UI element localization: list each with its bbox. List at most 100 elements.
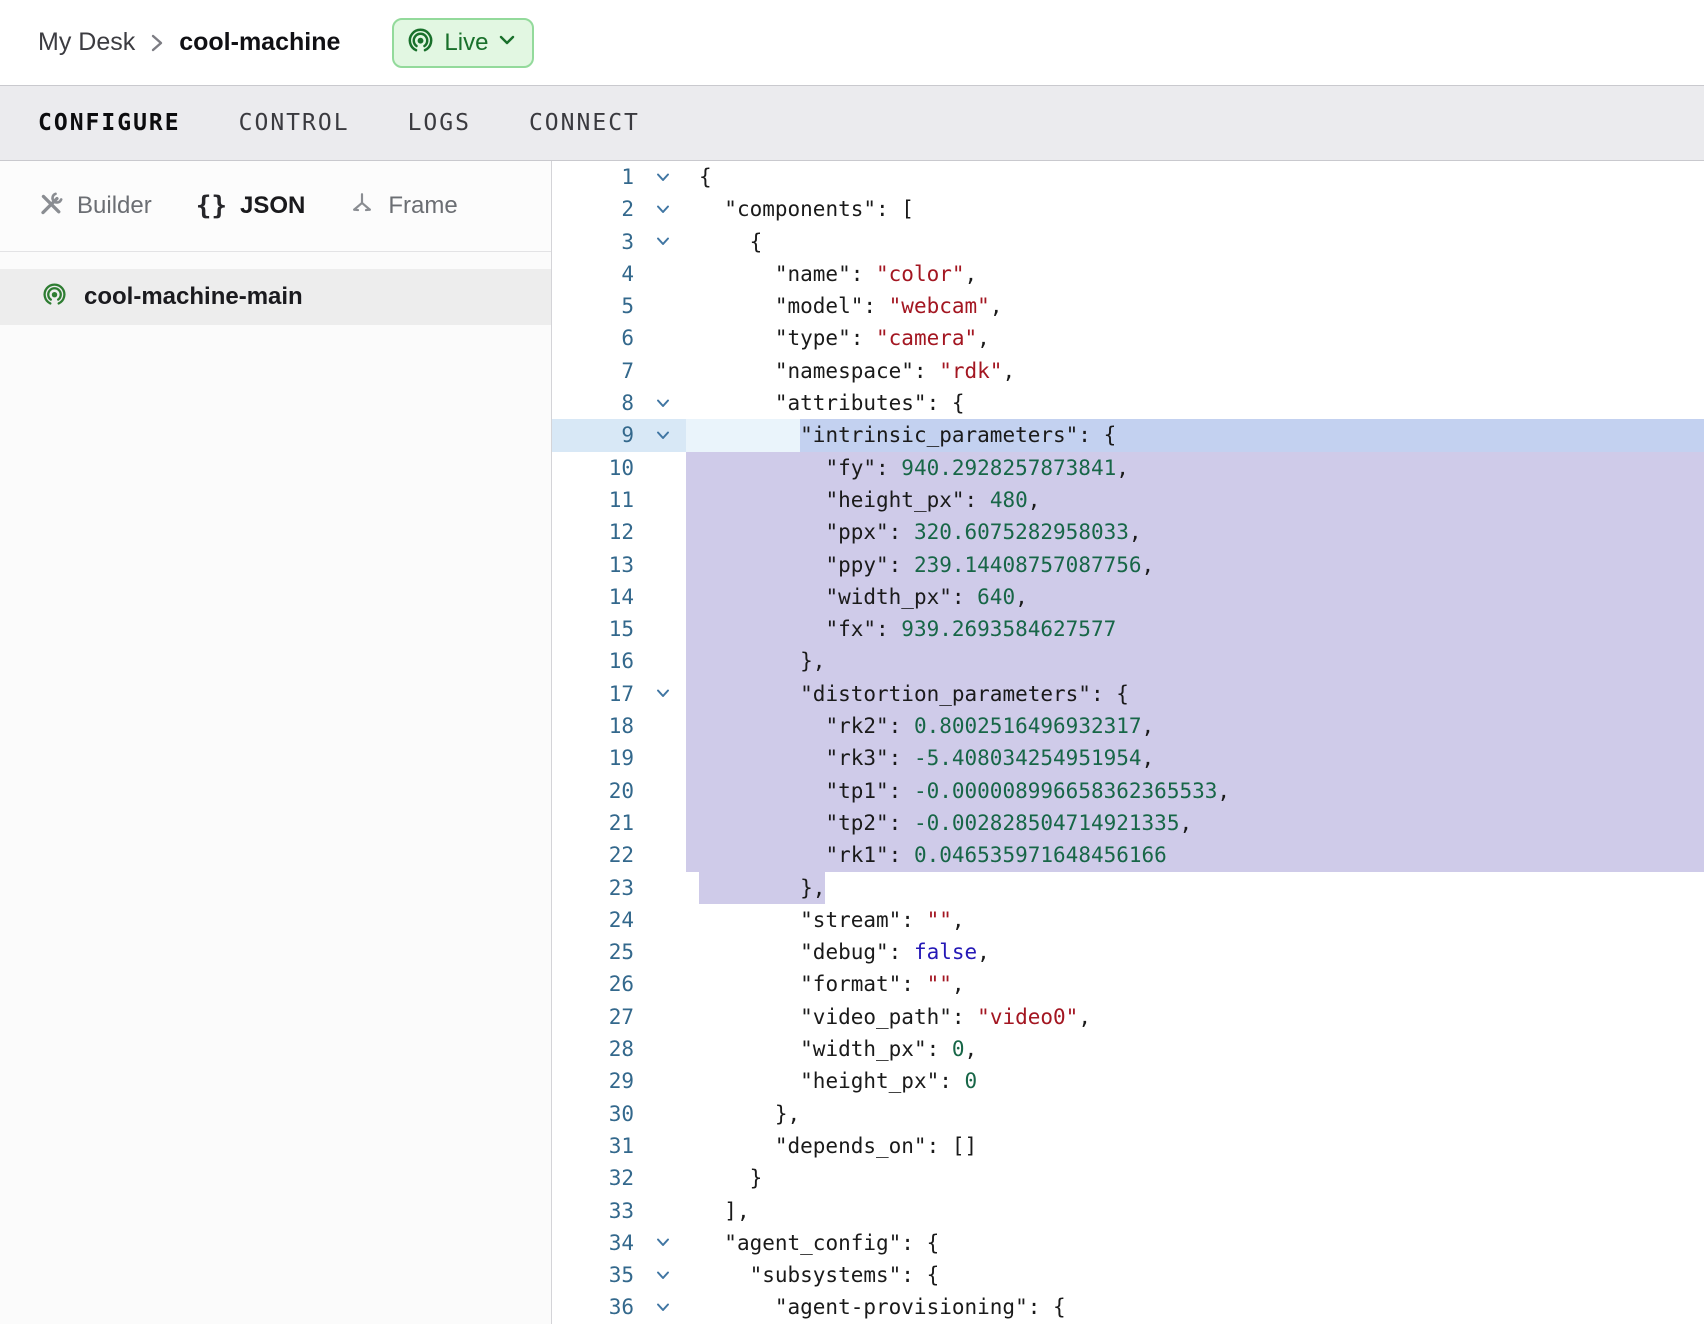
line-number: 13: [552, 549, 640, 581]
code-line[interactable]: 17 "distortion_parameters": {: [552, 678, 1704, 710]
code-line-text: ],: [686, 1195, 1704, 1227]
fold-chevron-icon[interactable]: [640, 1291, 686, 1323]
code-line[interactable]: 30 },: [552, 1098, 1704, 1130]
code-line-text: "depends_on": []: [686, 1130, 1704, 1162]
code-line-text: "attributes": {: [686, 387, 1704, 419]
tab-configure[interactable]: CONFIGURE: [38, 110, 181, 136]
line-number: 24: [552, 904, 640, 936]
tab-control[interactable]: CONTROL: [239, 110, 350, 136]
page-header: My Desk cool-machine Live: [0, 0, 1704, 85]
fold-gutter-empty: [640, 516, 686, 548]
code-line[interactable]: 24 "stream": "",: [552, 904, 1704, 936]
fold-chevron-icon[interactable]: [640, 226, 686, 258]
code-line-text: "ppx": 320.6075282958033,: [686, 516, 1704, 548]
fold-gutter-empty: [640, 645, 686, 677]
fold-chevron-icon[interactable]: [640, 678, 686, 710]
line-number: 3: [552, 226, 640, 258]
code-line[interactable]: 15 "fx": 939.2693584627577: [552, 613, 1704, 645]
code-line[interactable]: 35 "subsystems": {: [552, 1259, 1704, 1291]
code-line[interactable]: 22 "rk1": 0.046535971648456166: [552, 839, 1704, 871]
view-toggle-frame[interactable]: Frame: [349, 191, 457, 222]
braces-icon: {}: [196, 191, 227, 221]
fold-gutter-empty: [640, 872, 686, 904]
code-line-text: {: [686, 161, 1704, 193]
code-line[interactable]: 13 "ppy": 239.14408757087756,: [552, 549, 1704, 581]
line-number: 1: [552, 161, 640, 193]
breadcrumb-parent-link[interactable]: My Desk: [38, 28, 135, 57]
code-line[interactable]: 6 "type": "camera",: [552, 322, 1704, 354]
line-number: 2: [552, 193, 640, 225]
fold-chevron-icon[interactable]: [640, 193, 686, 225]
fold-chevron-icon[interactable]: [640, 419, 686, 451]
line-number: 28: [552, 1033, 640, 1065]
code-line[interactable]: 28 "width_px": 0,: [552, 1033, 1704, 1065]
fold-gutter-empty: [640, 968, 686, 1000]
json-editor[interactable]: 1{2 "components": [3 {4 "name": "color",…: [552, 161, 1704, 1324]
code-line[interactable]: 27 "video_path": "video0",: [552, 1001, 1704, 1033]
code-line[interactable]: 19 "rk3": -5.408034254951954,: [552, 742, 1704, 774]
code-line[interactable]: 10 "fy": 940.2928257873841,: [552, 452, 1704, 484]
code-line[interactable]: 34 "agent_config": {: [552, 1227, 1704, 1259]
view-toggle-json[interactable]: {} JSON: [196, 191, 306, 221]
line-number: 34: [552, 1227, 640, 1259]
fold-chevron-icon[interactable]: [640, 161, 686, 193]
code-line[interactable]: 29 "height_px": 0: [552, 1065, 1704, 1097]
line-number: 36: [552, 1291, 640, 1323]
tab-connect[interactable]: CONNECT: [529, 110, 640, 136]
code-line[interactable]: 20 "tp1": -0.000008996658362365533,: [552, 775, 1704, 807]
fold-gutter-empty: [640, 1098, 686, 1130]
live-status-dropdown[interactable]: Live: [392, 18, 534, 68]
code-line[interactable]: 25 "debug": false,: [552, 936, 1704, 968]
code-line[interactable]: 1{: [552, 161, 1704, 193]
code-line[interactable]: 12 "ppx": 320.6075282958033,: [552, 516, 1704, 548]
line-number: 32: [552, 1162, 640, 1194]
fold-gutter-empty: [640, 742, 686, 774]
code-line[interactable]: 7 "namespace": "rdk",: [552, 355, 1704, 387]
code-line[interactable]: 16 },: [552, 645, 1704, 677]
code-line[interactable]: 26 "format": "",: [552, 968, 1704, 1000]
line-number: 23: [552, 872, 640, 904]
code-line[interactable]: 11 "height_px": 480,: [552, 484, 1704, 516]
code-line[interactable]: 21 "tp2": -0.002828504714921335,: [552, 807, 1704, 839]
code-line-text: "type": "camera",: [686, 322, 1704, 354]
code-line[interactable]: 31 "depends_on": []: [552, 1130, 1704, 1162]
line-number: 16: [552, 645, 640, 677]
frame-icon: [349, 191, 375, 222]
fold-gutter-empty: [640, 1065, 686, 1097]
line-number: 33: [552, 1195, 640, 1227]
code-line[interactable]: 33 ],: [552, 1195, 1704, 1227]
code-line[interactable]: 18 "rk2": 0.8002516496932317,: [552, 710, 1704, 742]
fold-chevron-icon[interactable]: [640, 1259, 686, 1291]
code-line-text: }: [686, 1162, 1704, 1194]
fold-chevron-icon[interactable]: [640, 1227, 686, 1259]
code-line[interactable]: 23 },: [552, 872, 1704, 904]
live-status-label: Live: [444, 29, 488, 57]
fold-gutter-empty: [640, 1162, 686, 1194]
tab-logs[interactable]: LOGS: [408, 110, 471, 136]
code-line[interactable]: 5 "model": "webcam",: [552, 290, 1704, 322]
fold-chevron-icon[interactable]: [640, 387, 686, 419]
code-line[interactable]: 36 "agent-provisioning": {: [552, 1291, 1704, 1323]
chevron-down-icon: [498, 33, 516, 52]
code-line[interactable]: 4 "name": "color",: [552, 258, 1704, 290]
code-line-text: "tp1": -0.000008996658362365533,: [686, 775, 1704, 807]
config-sidebar: Builder {} JSON Frame cool-machine-main: [0, 161, 552, 1324]
code-line[interactable]: 14 "width_px": 640,: [552, 581, 1704, 613]
code-line-text: "stream": "",: [686, 904, 1704, 936]
line-number: 22: [552, 839, 640, 871]
line-number: 20: [552, 775, 640, 807]
line-number: 25: [552, 936, 640, 968]
code-line[interactable]: 2 "components": [: [552, 193, 1704, 225]
broadcast-icon: [407, 27, 434, 59]
code-line[interactable]: 8 "attributes": {: [552, 387, 1704, 419]
code-line-text: "width_px": 0,: [686, 1033, 1704, 1065]
view-toggle-label: JSON: [240, 192, 305, 220]
code-line[interactable]: 9 "intrinsic_parameters": {: [552, 419, 1704, 451]
code-line[interactable]: 32 }: [552, 1162, 1704, 1194]
code-line[interactable]: 3 {: [552, 226, 1704, 258]
config-view-toggle: Builder {} JSON Frame: [0, 161, 551, 252]
machine-part-row[interactable]: cool-machine-main: [0, 269, 551, 325]
fold-gutter-empty: [640, 452, 686, 484]
code-line-text: "namespace": "rdk",: [686, 355, 1704, 387]
view-toggle-builder[interactable]: Builder: [38, 191, 152, 222]
